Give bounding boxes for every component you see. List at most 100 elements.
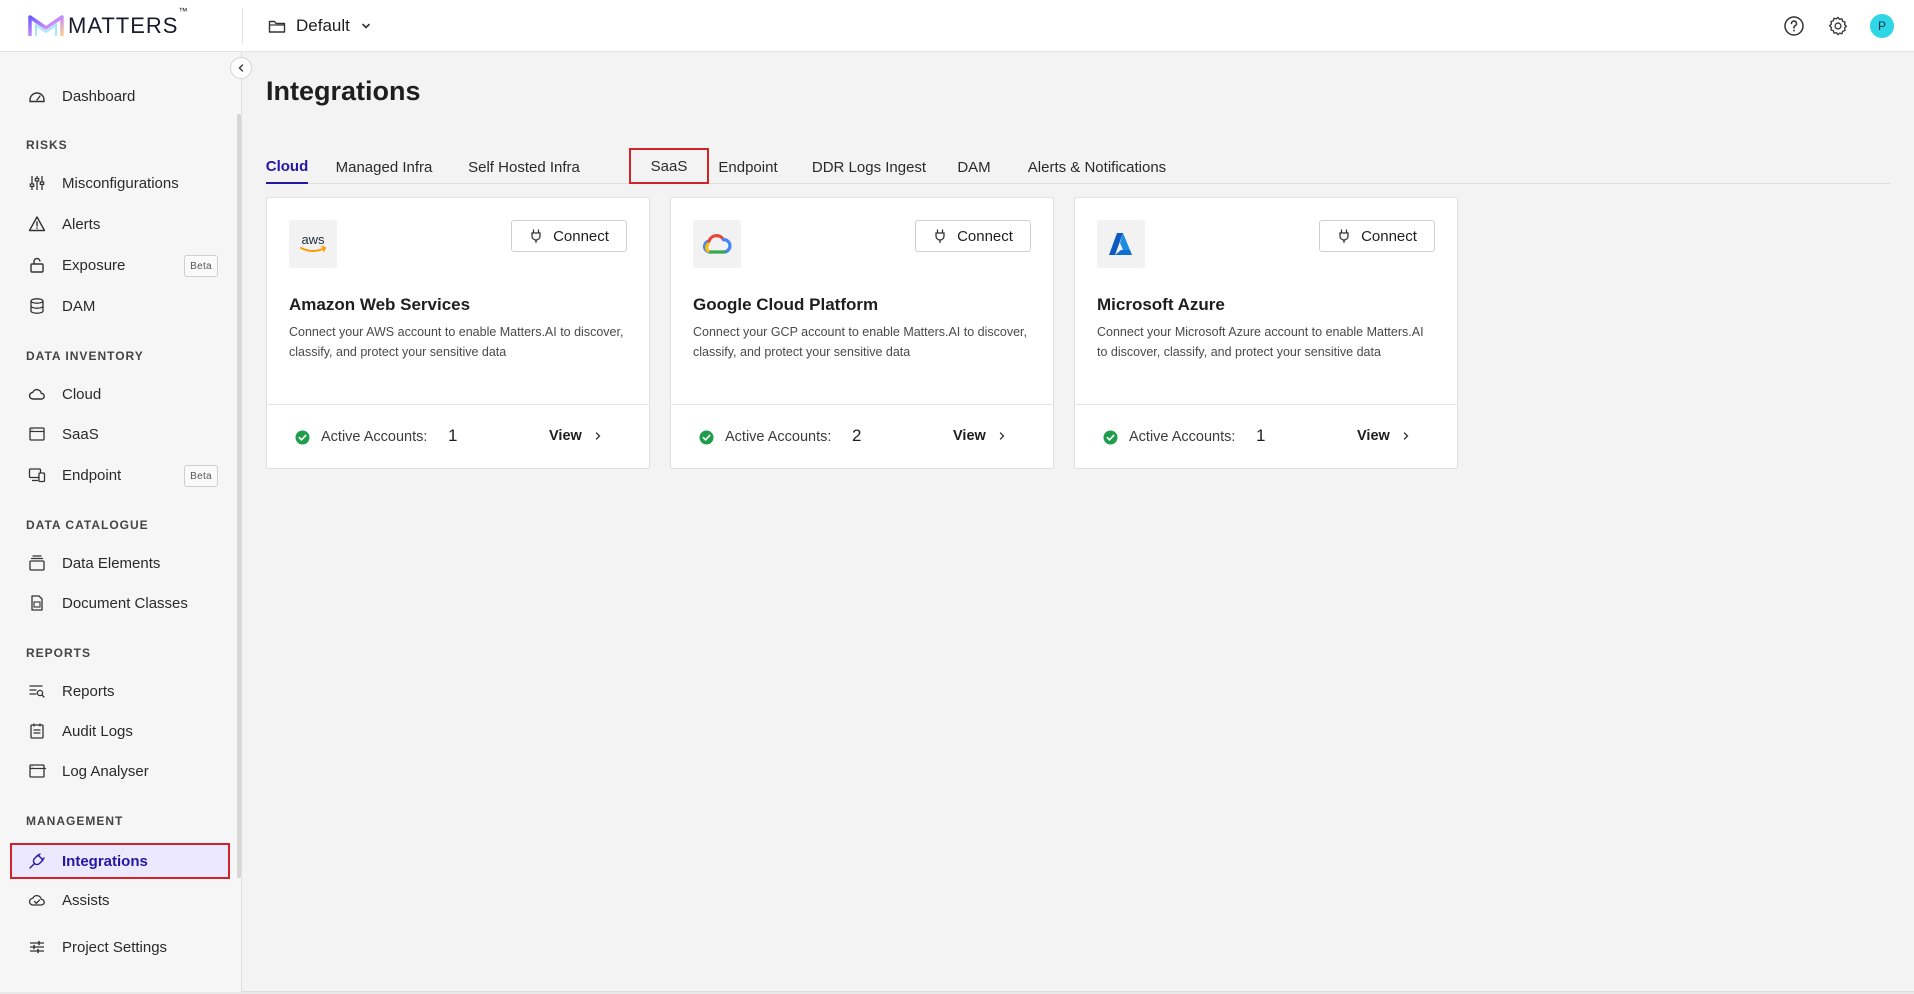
connect-label: Connect: [553, 227, 609, 245]
sidebar-item-label: Log Analyser: [62, 762, 149, 780]
view-link[interactable]: View: [953, 428, 1006, 444]
integration-card-aws: aws Connect Amazon Web Services Connect …: [266, 197, 650, 469]
browser-window-icon: [28, 762, 46, 780]
sidebar-item-assists[interactable]: Assists: [10, 882, 230, 918]
help-button[interactable]: [1782, 14, 1806, 38]
devices-icon: [28, 466, 46, 484]
collapse-sidebar-button[interactable]: [230, 57, 252, 79]
sidebar: Dashboard RISKS Misconfigurations Alerts…: [0, 52, 242, 992]
layers-icon: [28, 554, 46, 572]
tab-saas[interactable]: SaaS: [629, 148, 709, 184]
check-circle-icon: [295, 430, 310, 445]
topbar-divider: [242, 8, 243, 44]
sidebar-item-saas[interactable]: SaaS: [10, 416, 230, 452]
aws-icon: aws: [300, 232, 327, 252]
integration-card-gcp: Connect Google Cloud Platform Connect yo…: [670, 197, 1054, 469]
sidebar-item-label: Project Settings: [62, 938, 168, 956]
sidebar-item-label: Integrations: [62, 852, 148, 870]
sidebar-item-label: Audit Logs: [62, 722, 133, 740]
sliders-icon: [28, 174, 46, 192]
sidebar-item-log-analyser[interactable]: Log Analyser: [10, 753, 230, 789]
database-icon: [28, 297, 46, 315]
active-accounts-label: Active Accounts:: [725, 429, 832, 445]
connect-button[interactable]: Connect: [1319, 220, 1435, 252]
sidebar-item-label: Alerts: [62, 215, 101, 233]
aws-logo: aws: [289, 220, 337, 268]
chevron-right-icon: [1403, 432, 1409, 440]
card-footer: Active Accounts: 1 View: [267, 405, 649, 469]
active-accounts-count: 1: [448, 426, 458, 445]
help-icon: [1784, 16, 1804, 36]
check-cloud-icon: [28, 891, 46, 909]
sidebar-item-label: Cloud: [62, 385, 102, 403]
tab-self-hosted-infra[interactable]: Self Hosted Infra: [462, 150, 586, 184]
section-data-inventory: DATA INVENTORY: [26, 349, 144, 363]
active-accounts-label: Active Accounts:: [321, 429, 428, 445]
view-label: View: [549, 428, 582, 444]
connect-label: Connect: [1361, 227, 1417, 245]
sidebar-item-audit-logs[interactable]: Audit Logs: [10, 713, 230, 749]
active-accounts-count: 2: [852, 426, 862, 445]
matters-logo-icon: [28, 15, 64, 36]
view-link[interactable]: View: [549, 428, 602, 444]
card-footer: Active Accounts: 2 View: [671, 405, 1053, 469]
sidebar-item-label: Data Elements: [62, 554, 161, 572]
view-label: View: [1357, 428, 1390, 444]
tab-alerts-notifications[interactable]: Alerts & Notifications: [1020, 150, 1174, 184]
section-risks: RISKS: [26, 138, 68, 152]
sidebar-item-cloud[interactable]: Cloud: [10, 376, 230, 412]
chevron-right-icon: [999, 432, 1005, 440]
brand-logo[interactable]: MATTERS™: [28, 6, 188, 41]
beta-badge: Beta: [184, 255, 218, 277]
sidebar-item-label: Document Classes: [62, 594, 188, 612]
view-link[interactable]: View: [1357, 428, 1410, 444]
sidebar-item-integrations[interactable]: Integrations: [10, 843, 230, 879]
integration-card-azure: Connect Microsoft Azure Connect your Mic…: [1074, 197, 1458, 469]
tab-managed-infra[interactable]: Managed Infra: [332, 150, 436, 184]
tab-cloud[interactable]: Cloud: [266, 150, 308, 184]
sidebar-item-label: Assists: [62, 891, 110, 909]
integration-tabs: Cloud Managed Infra Self Hosted Infra Sa…: [266, 148, 1890, 184]
warning-triangle-icon: [28, 215, 46, 233]
sidebar-item-project-settings[interactable]: Project Settings: [10, 929, 230, 965]
user-avatar[interactable]: P: [1870, 14, 1894, 38]
connect-label: Connect: [957, 227, 1013, 245]
sidebar-item-document-classes[interactable]: Document Classes: [10, 585, 230, 621]
sidebar-item-alerts[interactable]: Alerts: [10, 206, 230, 242]
beta-badge: Beta: [184, 465, 218, 487]
tab-ddr-logs-ingest[interactable]: DDR Logs Ingest: [810, 150, 928, 184]
clipboard-icon: [28, 722, 46, 740]
search-list-icon: [28, 682, 46, 700]
sidebar-item-label: Endpoint: [62, 466, 122, 484]
sidebar-item-endpoint[interactable]: Endpoint Beta: [10, 457, 230, 493]
chevron-right-icon: [595, 432, 601, 440]
sidebar-item-reports[interactable]: Reports: [10, 673, 230, 709]
tab-dam[interactable]: DAM: [956, 150, 992, 184]
svg-text:aws: aws: [301, 232, 325, 247]
unlock-icon: [28, 256, 46, 274]
section-reports: REPORTS: [26, 646, 92, 660]
sidebar-item-label: Misconfigurations: [62, 174, 179, 192]
sidebar-item-label: Dashboard: [62, 87, 136, 105]
browser-window-icon: [28, 425, 46, 443]
azure-icon: [1109, 233, 1132, 255]
sidebar-scrollbar[interactable]: [237, 114, 241, 878]
cloud-icon: [28, 385, 46, 403]
section-data-catalogue: DATA CATALOGUE: [26, 518, 149, 532]
sidebar-item-misconfigurations[interactable]: Misconfigurations: [10, 165, 230, 201]
settings-button[interactable]: [1826, 14, 1850, 38]
connect-button[interactable]: Connect: [511, 220, 627, 252]
sidebar-item-dam[interactable]: DAM: [10, 288, 230, 324]
sidebar-item-exposure[interactable]: Exposure Beta: [10, 247, 230, 283]
section-management: MANAGEMENT: [26, 814, 124, 828]
view-label: View: [953, 428, 986, 444]
tab-endpoint[interactable]: Endpoint: [714, 150, 782, 184]
sidebar-item-dashboard[interactable]: Dashboard: [10, 78, 230, 114]
project-switcher[interactable]: Default: [268, 11, 372, 41]
connect-button[interactable]: Connect: [915, 220, 1031, 252]
plug-icon: [935, 229, 945, 243]
azure-logo: [1097, 220, 1145, 268]
check-circle-icon: [699, 430, 714, 445]
sidebar-item-data-elements[interactable]: Data Elements: [10, 545, 230, 581]
page-title: Integrations: [266, 76, 421, 106]
